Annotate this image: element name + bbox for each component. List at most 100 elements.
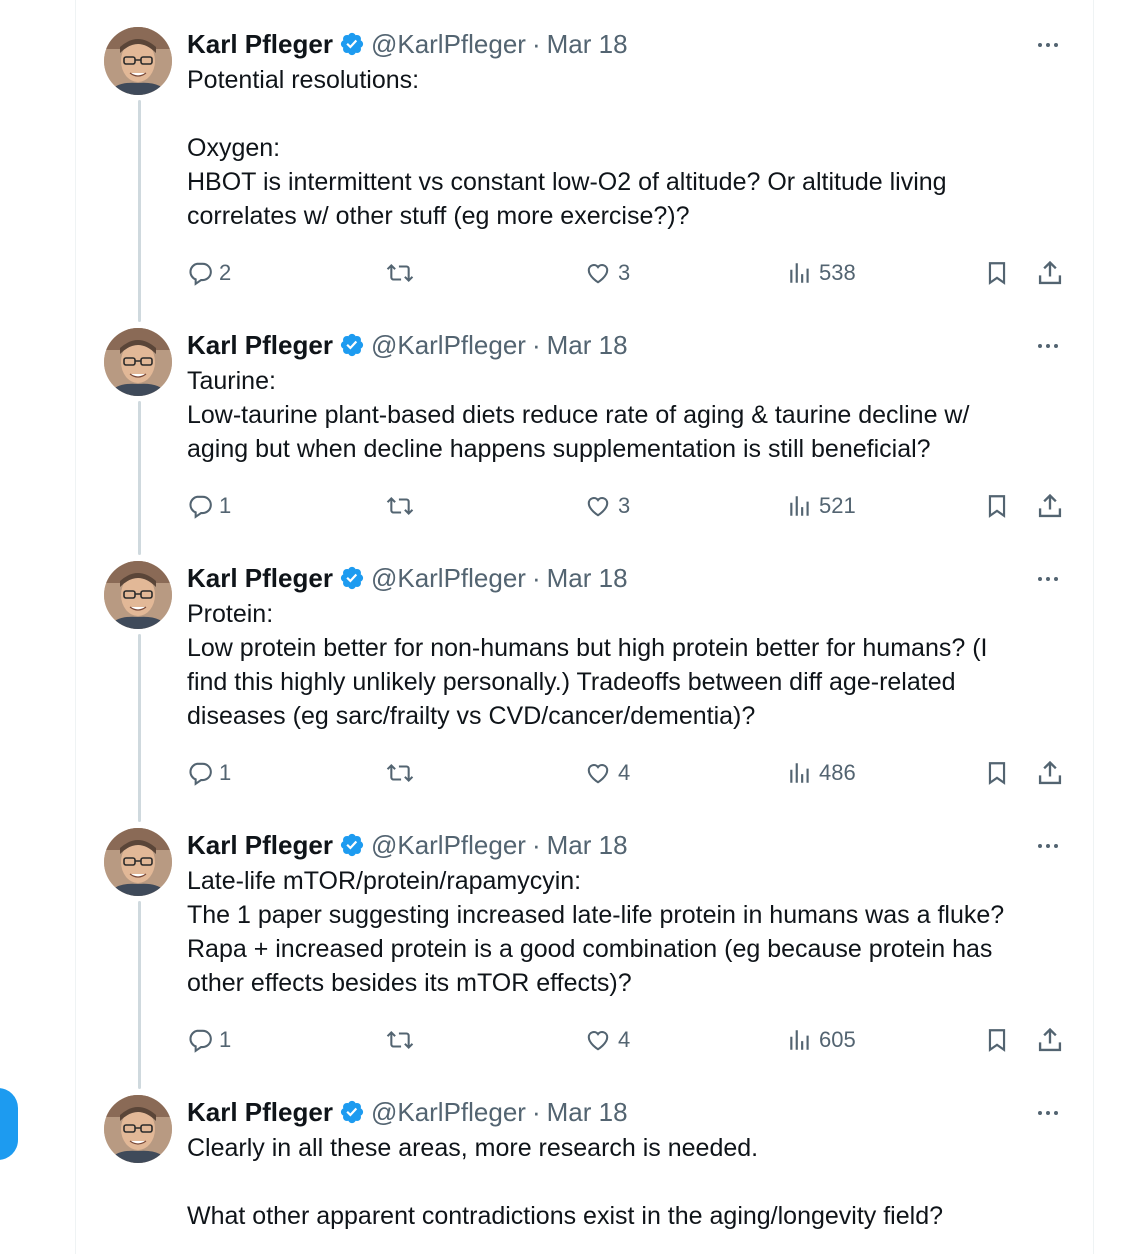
like-count: 3 <box>618 260 631 285</box>
tweet-text-line: diseases (eg sarc/frailty vs CVD/cancer/… <box>187 702 756 730</box>
share-button[interactable] <box>1036 1023 1064 1057</box>
retweet-button[interactable] <box>385 489 415 523</box>
avatar[interactable] <box>104 27 172 95</box>
views-button[interactable]: 486 <box>787 756 856 790</box>
author-handle[interactable]: @KarlPfleger <box>371 561 526 595</box>
author-handle[interactable]: @KarlPfleger <box>371 828 526 862</box>
thread-connector-line <box>138 100 141 322</box>
tweet-text-line: Taurine: <box>187 367 276 395</box>
more-icon[interactable] <box>1030 567 1066 591</box>
verified-badge-icon <box>339 1099 365 1125</box>
author-handle[interactable]: @KarlPfleger <box>371 328 526 362</box>
tweet-date[interactable]: Mar 18 <box>547 1095 628 1129</box>
tweet-actions: 1 4 486 <box>187 756 1067 790</box>
tweet-text-line: Potential resolutions: <box>187 66 420 94</box>
bookmark-button[interactable] <box>984 756 1010 790</box>
verified-badge-icon <box>339 832 365 858</box>
more-icon[interactable] <box>1030 334 1066 358</box>
bookmark-icon <box>984 1026 1010 1054</box>
reply-icon <box>187 760 213 786</box>
share-button[interactable] <box>1036 756 1064 790</box>
retweet-button[interactable] <box>385 1023 415 1057</box>
more-icon[interactable] <box>1030 834 1066 858</box>
verified-badge-icon <box>339 31 365 57</box>
tweet-date[interactable]: Mar 18 <box>547 561 628 595</box>
retweet-icon <box>385 260 415 286</box>
author-name[interactable]: Karl Pfleger <box>187 828 333 862</box>
like-count: 4 <box>618 760 631 785</box>
reply-icon <box>187 1027 213 1053</box>
share-button[interactable] <box>1036 256 1064 290</box>
retweet-button[interactable] <box>385 756 415 790</box>
like-button[interactable]: 3 <box>584 489 630 523</box>
reply-button[interactable]: 2 <box>187 256 231 290</box>
more-icon[interactable] <box>1030 1101 1066 1125</box>
tweet-text-line: Low-taurine plant-based diets reduce rat… <box>187 401 970 429</box>
views-icon <box>787 260 813 286</box>
views-button[interactable]: 521 <box>787 489 856 523</box>
like-count: 3 <box>618 493 631 518</box>
author-name[interactable]: Karl Pfleger <box>187 328 333 362</box>
tweet-text-line: Protein: <box>187 600 274 628</box>
tweet-text: Taurine: Low-taurine plant-based diets re… <box>187 364 1067 466</box>
tweet-date[interactable]: Mar 18 <box>547 828 628 862</box>
like-count: 4 <box>618 1027 631 1052</box>
author-handle[interactable]: @KarlPfleger <box>371 27 526 61</box>
heart-icon <box>584 260 612 286</box>
like-button[interactable]: 3 <box>584 256 630 290</box>
views-icon <box>787 493 813 519</box>
bookmark-icon <box>984 259 1010 287</box>
reply-button[interactable]: 1 <box>187 1023 231 1057</box>
tweet-text-line: Rapa + increased protein is a good combi… <box>187 935 993 963</box>
retweet-button[interactable] <box>385 256 415 290</box>
avatar[interactable] <box>104 328 172 396</box>
reply-button[interactable]: 1 <box>187 756 231 790</box>
author-handle[interactable]: @KarlPfleger <box>371 1095 526 1129</box>
thread-connector-line <box>138 901 141 1089</box>
bookmark-button[interactable] <box>984 256 1010 290</box>
reply-count: 1 <box>219 760 232 785</box>
views-button[interactable]: 538 <box>787 256 856 290</box>
share-icon <box>1036 1026 1064 1054</box>
tweet-header: Karl Pfleger @KarlPfleger · Mar 18 <box>187 27 628 61</box>
tweet-text-line: Late-life mTOR/protein/rapamycyin: <box>187 867 582 895</box>
share-button[interactable] <box>1036 489 1064 523</box>
author-name[interactable]: Karl Pfleger <box>187 27 333 61</box>
tweet-text-line: aging but when decline happens supplemen… <box>187 435 931 463</box>
author-name[interactable]: Karl Pfleger <box>187 1095 333 1129</box>
like-button[interactable]: 4 <box>584 1023 630 1057</box>
tweet-text-line: Low protein better for non-humans but hi… <box>187 634 988 662</box>
tweet-date[interactable]: Mar 18 <box>547 27 628 61</box>
more-icon[interactable] <box>1030 33 1066 57</box>
bookmark-button[interactable] <box>984 489 1010 523</box>
avatar[interactable] <box>104 1095 172 1163</box>
compose-button[interactable] <box>0 1088 18 1160</box>
avatar[interactable] <box>104 828 172 896</box>
view-count: 486 <box>819 760 856 785</box>
retweet-icon <box>385 1027 415 1053</box>
tweet-actions: 2 3 538 <box>187 256 1067 290</box>
thread-connector-line <box>138 634 141 822</box>
like-button[interactable]: 4 <box>584 756 630 790</box>
tweet-text-line: other effects besides its mTOR effects)? <box>187 969 632 997</box>
reply-icon <box>187 260 213 286</box>
tweet-text-line: What other apparent contradictions exist… <box>187 1202 944 1230</box>
author-name[interactable]: Karl Pfleger <box>187 561 333 595</box>
tweet-date[interactable]: Mar 18 <box>547 328 628 362</box>
tweet-text-line: Clearly in all these areas, more researc… <box>187 1134 759 1162</box>
thread-connector-line <box>138 401 141 555</box>
verified-badge-icon <box>339 332 365 358</box>
avatar[interactable] <box>104 561 172 629</box>
reply-icon <box>187 493 213 519</box>
tweet-text: Potential resolutions: Oxygen: HBOT is int… <box>187 63 1067 233</box>
bookmark-button[interactable] <box>984 1023 1010 1057</box>
tweet-header: Karl Pfleger @KarlPfleger · Mar 18 <box>187 561 628 595</box>
reply-count: 1 <box>219 1027 232 1052</box>
verified-badge-icon <box>339 565 365 591</box>
views-button[interactable]: 605 <box>787 1023 856 1057</box>
reply-button[interactable]: 1 <box>187 489 231 523</box>
tweet-text: Late-life mTOR/protein/rapamycyin: The 1 … <box>187 864 1067 1000</box>
views-icon <box>787 1027 813 1053</box>
